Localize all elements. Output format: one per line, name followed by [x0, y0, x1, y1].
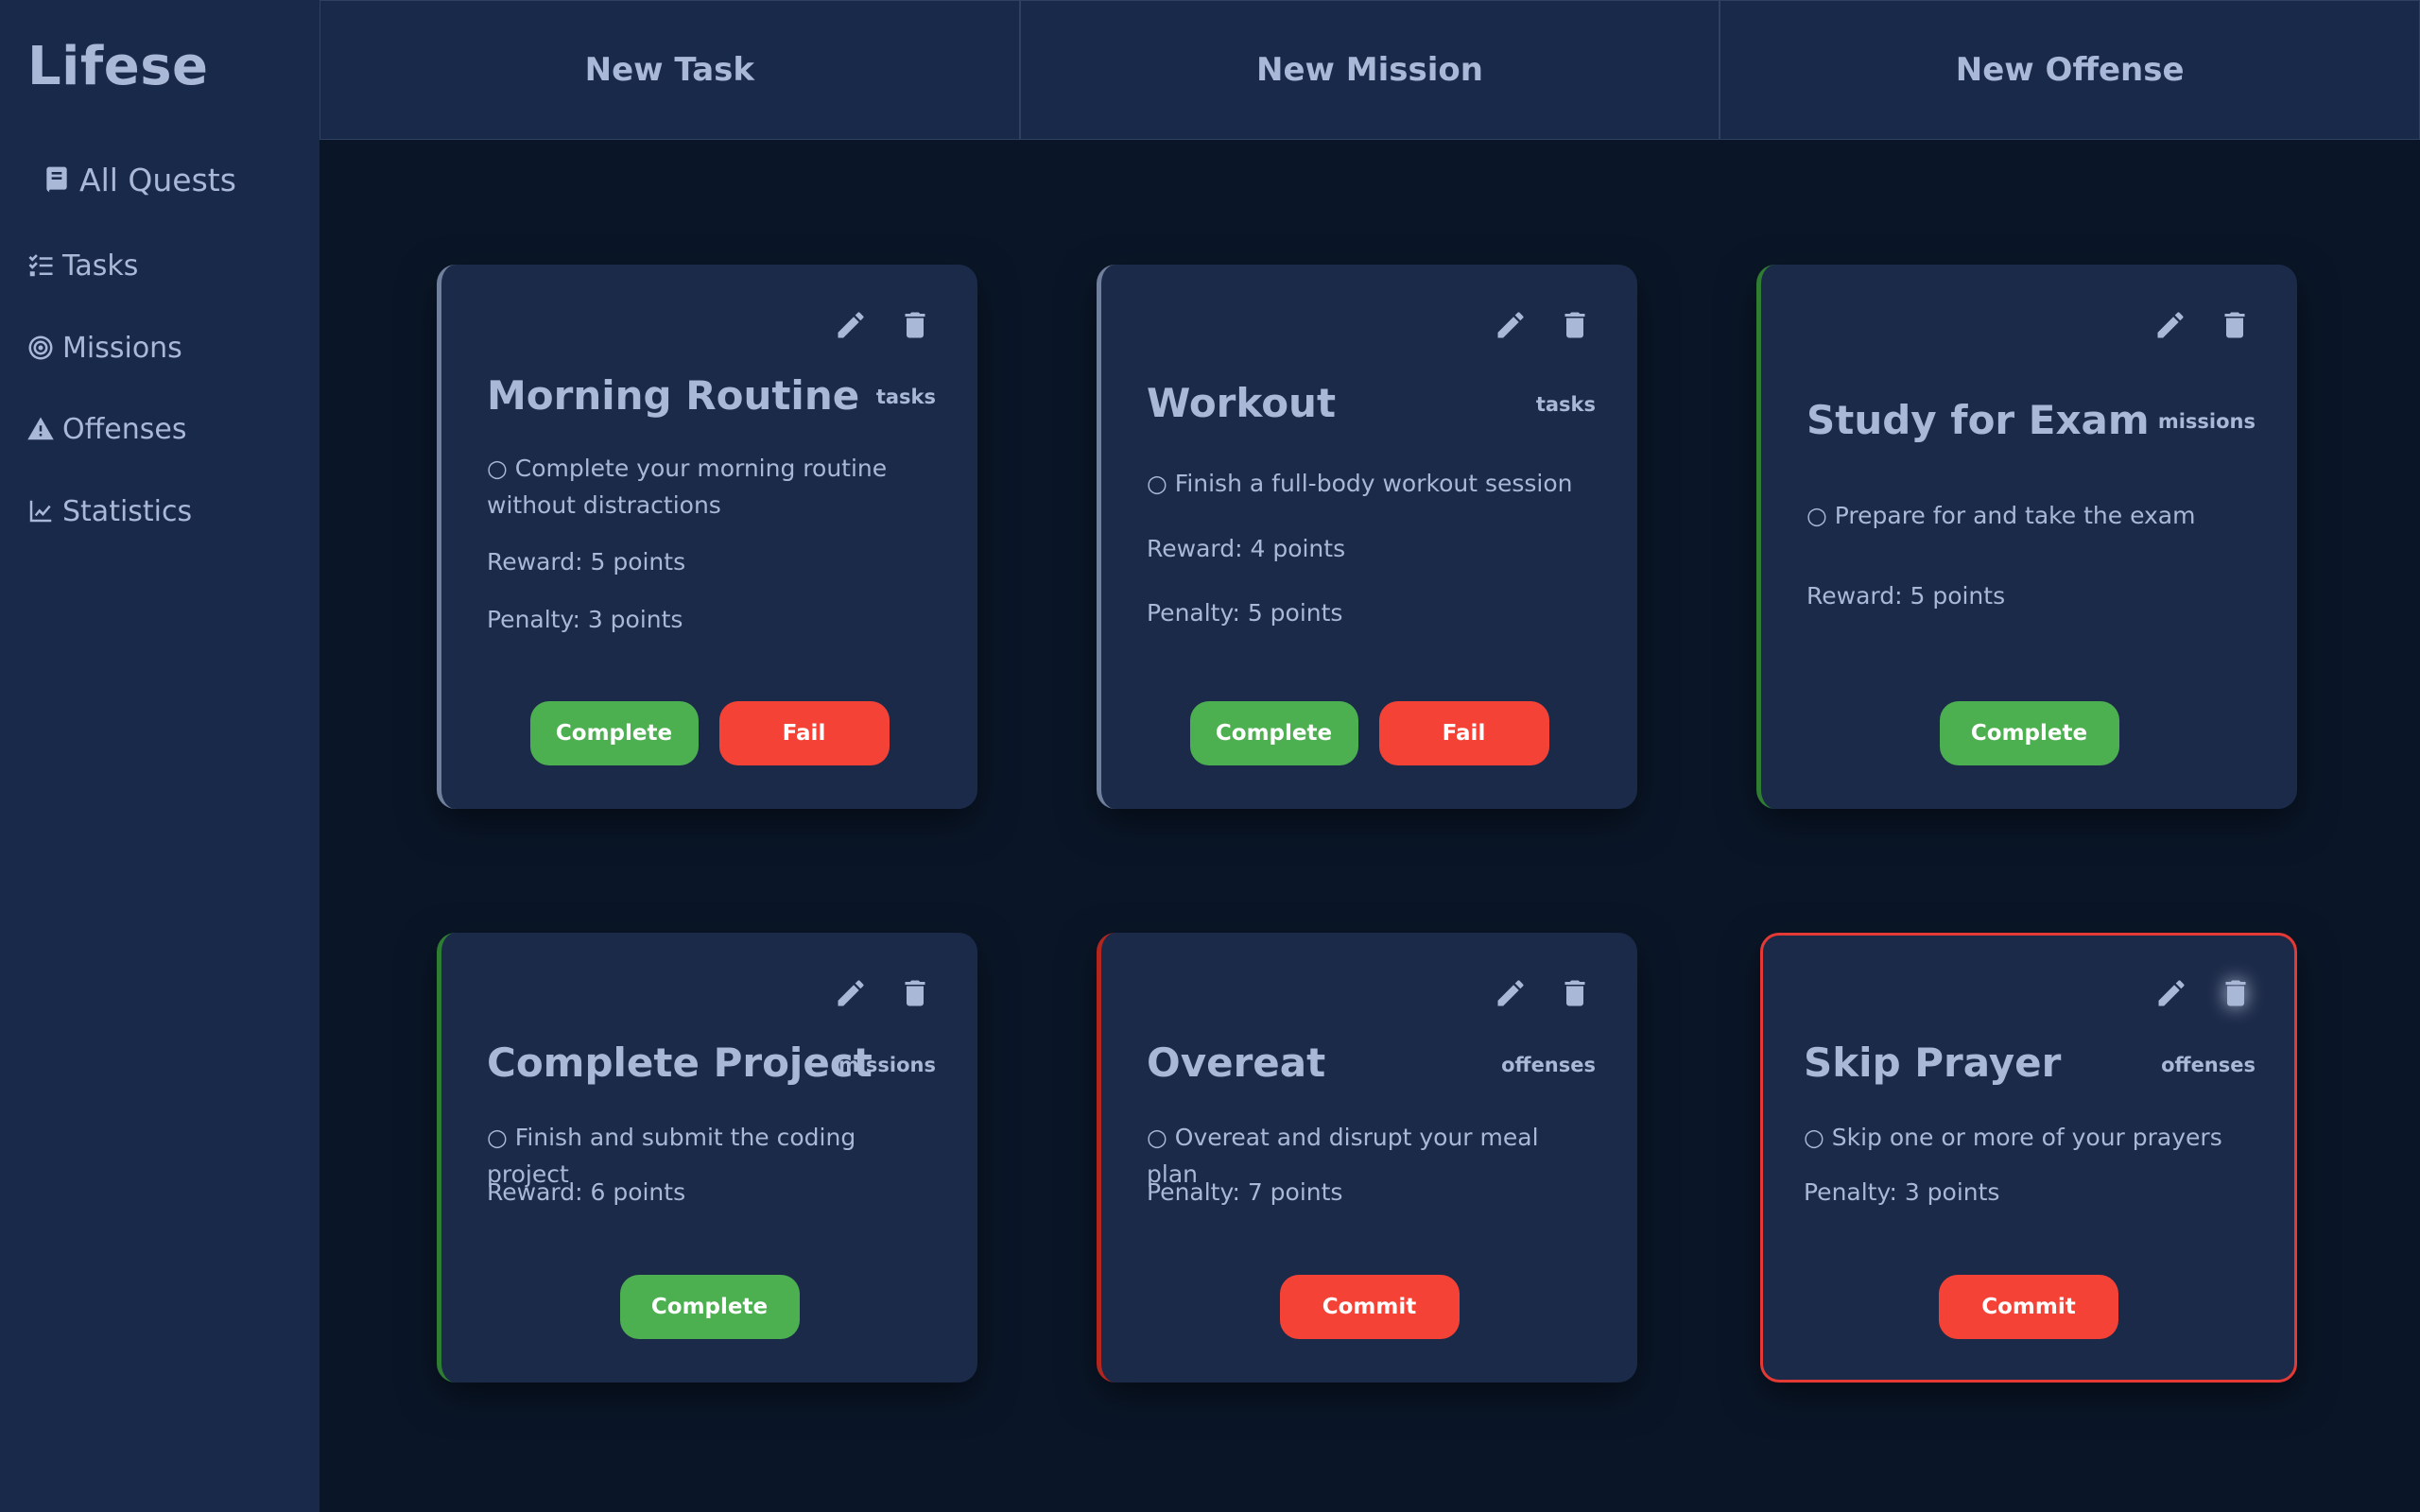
quest-type-badge: tasks — [1535, 393, 1596, 416]
quest-title: Morning Routine — [487, 372, 860, 419]
quest-type-badge: offenses — [1501, 1054, 1596, 1076]
quest-type-badge: tasks — [875, 386, 936, 408]
new-task-button[interactable]: New Task — [320, 0, 1020, 140]
quest-reward: Reward: 5 points — [487, 548, 686, 576]
quest-reward: Reward: 4 points — [1147, 535, 1346, 562]
quest-type-badge: missions — [2157, 410, 2256, 433]
quest-card: Workout tasks ○ Finish a full-body worko… — [1097, 265, 1637, 809]
trash-icon[interactable] — [898, 308, 932, 342]
edit-icon[interactable] — [834, 976, 868, 1010]
edit-icon[interactable] — [2153, 308, 2187, 342]
trash-icon[interactable] — [1558, 976, 1592, 1010]
sidebar-item-offenses[interactable]: Offenses — [26, 408, 186, 450]
sidebar-item-all-quests[interactable]: All Quests — [42, 159, 236, 200]
trash-icon[interactable] — [2218, 308, 2252, 342]
trash-icon[interactable] — [1558, 308, 1592, 342]
quest-card: Skip Prayer offenses ○ Skip one or more … — [1760, 933, 2297, 1383]
commit-button[interactable]: Commit — [1279, 1275, 1460, 1339]
sidebar-item-label: Tasks — [62, 249, 139, 283]
chart-line-icon — [29, 500, 52, 523]
quest-card: Morning Routine tasks ○ Complete your mo… — [437, 265, 977, 809]
trash-icon[interactable] — [898, 976, 932, 1010]
fail-button[interactable]: Fail — [1378, 701, 1549, 765]
quest-title: Skip Prayer — [1804, 1040, 2062, 1086]
quest-description: ○ Prepare for and take the exam — [1806, 502, 2196, 529]
edit-icon[interactable] — [1494, 976, 1528, 1010]
quest-card: Study for Exam missions ○ Prepare for an… — [1756, 265, 2297, 809]
complete-button[interactable]: Complete — [1189, 701, 1358, 765]
quest-title: Complete Project — [487, 1040, 873, 1086]
quest-title: Overeat — [1147, 1040, 1326, 1086]
complete-button[interactable]: Complete — [1939, 701, 2119, 765]
fail-button[interactable]: Fail — [718, 701, 890, 765]
checklist-icon — [28, 254, 53, 277]
complete-button[interactable]: Complete — [529, 701, 699, 765]
quest-card: Complete Project missions ○ Finish and s… — [437, 933, 977, 1383]
quest-type-badge: offenses — [2161, 1054, 2256, 1076]
sidebar-item-label: Offenses — [62, 412, 187, 446]
commit-button[interactable]: Commit — [1939, 1275, 2118, 1339]
app-brand: Lifese — [27, 36, 209, 97]
top-action-bar: New Task New Mission New Offense — [320, 0, 2420, 140]
quest-card: Overeat offenses ○ Overeat and disrupt y… — [1097, 933, 1637, 1383]
new-offense-button[interactable]: New Offense — [1720, 0, 2420, 140]
warning-icon — [27, 417, 54, 440]
sidebar-item-tasks[interactable]: Tasks — [26, 245, 138, 286]
quest-penalty: Penalty: 7 points — [1147, 1178, 1343, 1206]
sidebar: Lifese All Quests Tasks Missions Offense… — [0, 0, 320, 1512]
quest-penalty: Penalty: 3 points — [487, 606, 683, 633]
quest-penalty: Penalty: 3 points — [1804, 1178, 2000, 1206]
sidebar-item-label: Statistics — [62, 494, 193, 528]
sidebar-item-missions[interactable]: Missions — [26, 327, 182, 369]
quest-penalty: Penalty: 5 points — [1147, 599, 1343, 627]
quest-description: ○ Complete your morning routine without … — [487, 455, 888, 519]
new-mission-button[interactable]: New Mission — [1019, 0, 1720, 140]
book-icon — [46, 166, 67, 193]
quest-description: ○ Skip one or more of your prayers — [1804, 1124, 2222, 1151]
sidebar-item-statistics[interactable]: Statistics — [26, 490, 192, 532]
quest-type-badge: missions — [838, 1054, 936, 1076]
sidebar-item-label: Missions — [62, 331, 182, 365]
sidebar-item-label: All Quests — [79, 161, 236, 198]
complete-button[interactable]: Complete — [619, 1275, 800, 1339]
quest-title: Workout — [1147, 380, 1337, 426]
quest-reward: Reward: 5 points — [1806, 582, 2006, 610]
target-icon — [28, 335, 53, 360]
quest-title: Study for Exam — [1806, 397, 2150, 443]
edit-icon[interactable] — [2154, 976, 2188, 1010]
trash-icon[interactable] — [2219, 976, 2253, 1010]
quest-description: ○ Finish a full-body workout session — [1147, 470, 1573, 497]
edit-icon[interactable] — [1494, 308, 1528, 342]
quest-reward: Reward: 6 points — [487, 1178, 686, 1206]
edit-icon[interactable] — [834, 308, 868, 342]
